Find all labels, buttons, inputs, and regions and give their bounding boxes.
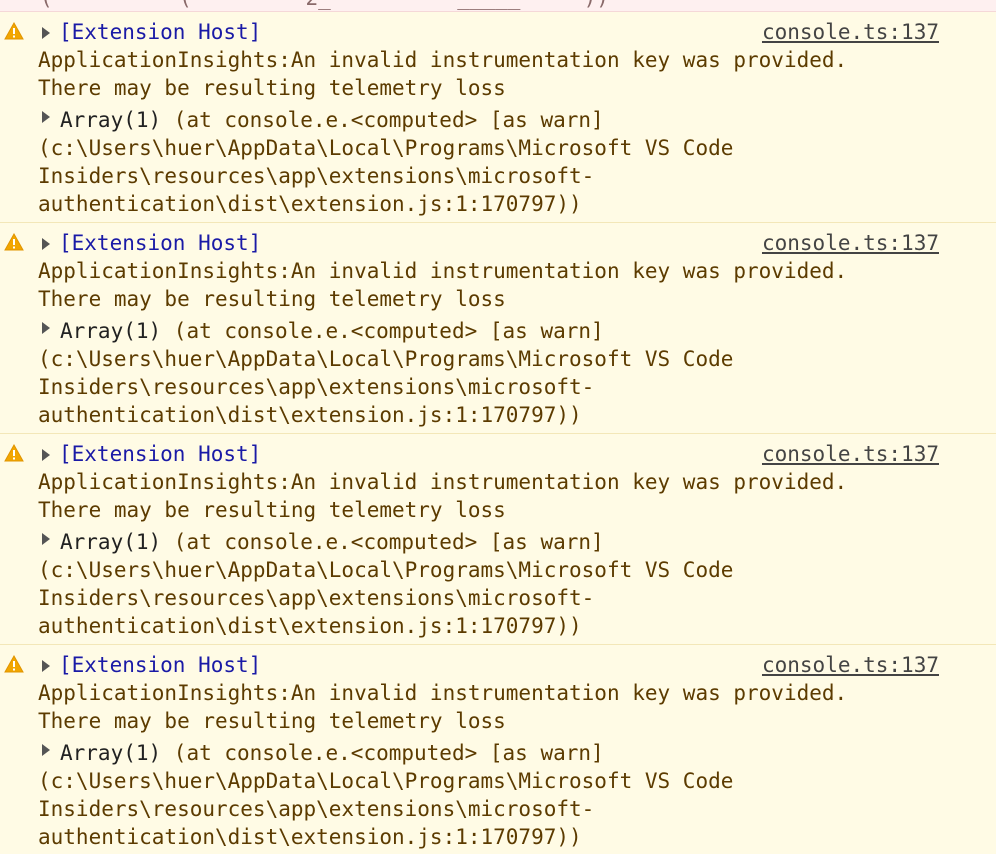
console-warning-entry: [Extension Host] console.ts:137 Applicat…: [0, 434, 996, 645]
stack-trace: (c:\Users\huer\AppData\Local\Programs\Mi…: [38, 134, 733, 218]
array-line: Array(1) (at console.e.<computed> [as wa…: [38, 106, 604, 134]
stack-trace: (c:\Users\huer\AppData\Local\Programs\Mi…: [38, 345, 733, 429]
source-link[interactable]: console.ts:137: [762, 651, 939, 679]
message-line-2: There may be resulting telemetry loss: [38, 287, 506, 311]
array-at-text: (at console.e.<computed> [as warn]: [161, 319, 604, 343]
warning-message: ApplicationInsights:An invalid instrumen…: [38, 46, 847, 102]
array-label[interactable]: Array(1): [60, 741, 161, 765]
array-line: Array(1) (at console.e.<computed> [as wa…: [38, 739, 604, 767]
expand-entry-caret-icon[interactable]: [42, 449, 50, 461]
extension-host-tag[interactable]: [Extension Host]: [59, 440, 261, 468]
console-warning-entry: [Extension Host] console.ts:137 Applicat…: [0, 12, 996, 223]
array-label[interactable]: Array(1): [60, 319, 161, 343]
stack-line-3: authentication\dist\extension.js:1:17079…: [38, 403, 582, 427]
warning-icon: [4, 444, 24, 462]
warning-icon: [4, 22, 24, 40]
array-at-text: (at console.e.<computed> [as warn]: [161, 530, 604, 554]
console-warning-entry: [Extension Host] console.ts:137 Applicat…: [0, 223, 996, 434]
message-line-1: ApplicationInsights:An invalid instrumen…: [38, 259, 848, 283]
previous-message-fragment: ( ( 2_ _____ )): [40, 0, 609, 11]
expand-entry-caret-icon[interactable]: [42, 238, 50, 250]
stack-line-1: (c:\Users\huer\AppData\Local\Programs\Mi…: [38, 347, 734, 371]
warning-message: ApplicationInsights:An invalid instrumen…: [38, 468, 847, 524]
message-line-2: There may be resulting telemetry loss: [38, 709, 506, 733]
message-line-2: There may be resulting telemetry loss: [38, 498, 506, 522]
extension-host-tag[interactable]: [Extension Host]: [59, 18, 261, 46]
extension-host-tag[interactable]: [Extension Host]: [59, 651, 261, 679]
stack-line-1: (c:\Users\huer\AppData\Local\Programs\Mi…: [38, 558, 734, 582]
message-line-1: ApplicationInsights:An invalid instrumen…: [38, 48, 848, 72]
stack-line-2: Insiders\resources\app\extensions\micros…: [38, 797, 595, 821]
stack-line-2: Insiders\resources\app\extensions\micros…: [38, 164, 595, 188]
warning-icon: [4, 233, 24, 251]
expand-entry-caret-icon[interactable]: [42, 27, 50, 39]
stack-trace: (c:\Users\huer\AppData\Local\Programs\Mi…: [38, 767, 733, 851]
stack-line-1: (c:\Users\huer\AppData\Local\Programs\Mi…: [38, 769, 734, 793]
message-line-1: ApplicationInsights:An invalid instrumen…: [38, 681, 848, 705]
source-link[interactable]: console.ts:137: [762, 440, 939, 468]
source-link[interactable]: console.ts:137: [762, 18, 939, 46]
message-line-2: There may be resulting telemetry loss: [38, 76, 506, 100]
stack-line-2: Insiders\resources\app\extensions\micros…: [38, 375, 595, 399]
stack-trace: (c:\Users\huer\AppData\Local\Programs\Mi…: [38, 556, 733, 640]
previous-message-strip: ( ( 2_ _____ )): [0, 0, 996, 12]
stack-line-3: authentication\dist\extension.js:1:17079…: [38, 825, 582, 849]
console-warning-entry: [Extension Host] console.ts:137 Applicat…: [0, 645, 996, 854]
extension-host-tag[interactable]: [Extension Host]: [59, 229, 261, 257]
stack-line-3: authentication\dist\extension.js:1:17079…: [38, 192, 582, 216]
array-line: Array(1) (at console.e.<computed> [as wa…: [38, 317, 604, 345]
array-label[interactable]: Array(1): [60, 530, 161, 554]
array-at-text: (at console.e.<computed> [as warn]: [161, 741, 604, 765]
stack-line-3: authentication\dist\extension.js:1:17079…: [38, 614, 582, 638]
array-label[interactable]: Array(1): [60, 108, 161, 132]
stack-line-1: (c:\Users\huer\AppData\Local\Programs\Mi…: [38, 136, 734, 160]
warning-icon: [4, 655, 24, 673]
source-link[interactable]: console.ts:137: [762, 229, 939, 257]
message-line-1: ApplicationInsights:An invalid instrumen…: [38, 470, 848, 494]
warning-message: ApplicationInsights:An invalid instrumen…: [38, 679, 847, 735]
stack-line-2: Insiders\resources\app\extensions\micros…: [38, 586, 595, 610]
array-line: Array(1) (at console.e.<computed> [as wa…: [38, 528, 604, 556]
console-message-list: [Extension Host] console.ts:137 Applicat…: [0, 12, 996, 854]
array-at-text: (at console.e.<computed> [as warn]: [161, 108, 604, 132]
expand-entry-caret-icon[interactable]: [42, 660, 50, 672]
warning-message: ApplicationInsights:An invalid instrumen…: [38, 257, 847, 313]
